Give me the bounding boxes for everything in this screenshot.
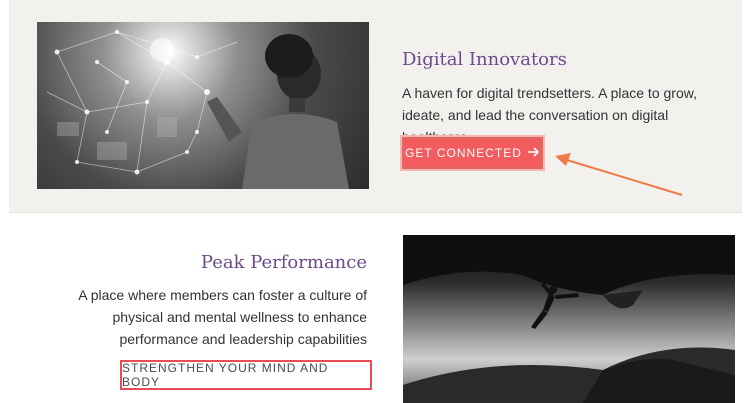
section-title: Peak Performance xyxy=(200,252,367,273)
section-description: A place where members can foster a cultu… xyxy=(78,287,367,347)
network-graphic xyxy=(46,30,349,189)
climber-graphic xyxy=(403,235,735,403)
page-right-margin xyxy=(742,0,748,403)
get-connected-label: GET CONNECTED xyxy=(405,146,522,160)
strengthen-label: STRENGTHEN YOUR MIND AND BODY xyxy=(122,361,329,389)
annotation-arrow-icon xyxy=(555,153,683,196)
digital-innovators-photo xyxy=(37,22,369,189)
page-left-margin xyxy=(0,0,9,403)
strengthen-mind-body-button[interactable]: STRENGTHEN YOUR MIND AND BODY xyxy=(120,360,372,390)
section-title: Digital Innovators xyxy=(402,49,567,70)
peak-performance-photo xyxy=(403,235,735,403)
get-connected-button[interactable]: GET CONNECTED xyxy=(402,137,543,169)
arrow-right-icon xyxy=(527,146,540,160)
